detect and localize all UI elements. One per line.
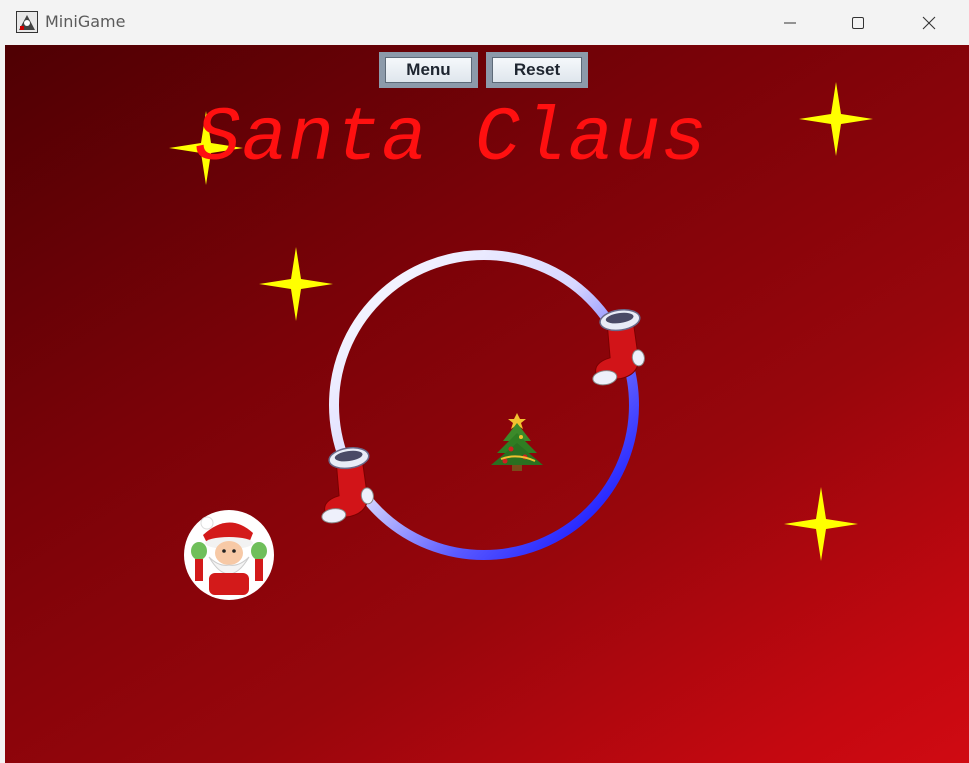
close-icon <box>922 16 936 29</box>
star-icon <box>784 487 858 561</box>
minimize-icon <box>784 22 796 23</box>
star-icon <box>259 247 333 321</box>
game-canvas[interactable]: Menu Reset Santa Claus <box>5 45 969 763</box>
game-title: Santa Claus <box>195 96 708 182</box>
reset-button[interactable]: Reset <box>486 52 588 88</box>
maximize-icon <box>852 16 864 29</box>
orbit-ring <box>329 250 639 560</box>
star-icon <box>799 82 873 156</box>
reset-button-label: Reset <box>492 57 582 83</box>
stocking-icon <box>583 306 650 388</box>
menu-button-label: Menu <box>385 57 472 83</box>
app-icon <box>16 11 38 33</box>
christmas-tree-icon <box>491 413 543 471</box>
minimize-button[interactable] <box>760 0 820 45</box>
app-window: MiniGame Menu Reset Santa Claus <box>0 0 969 763</box>
window-title: MiniGame <box>45 12 126 31</box>
maximize-button[interactable] <box>828 0 888 45</box>
santa-icon[interactable] <box>184 510 274 600</box>
stocking-icon <box>312 444 379 526</box>
close-button[interactable] <box>899 0 959 45</box>
menu-button[interactable]: Menu <box>379 52 478 88</box>
title-bar[interactable]: MiniGame <box>0 0 969 45</box>
